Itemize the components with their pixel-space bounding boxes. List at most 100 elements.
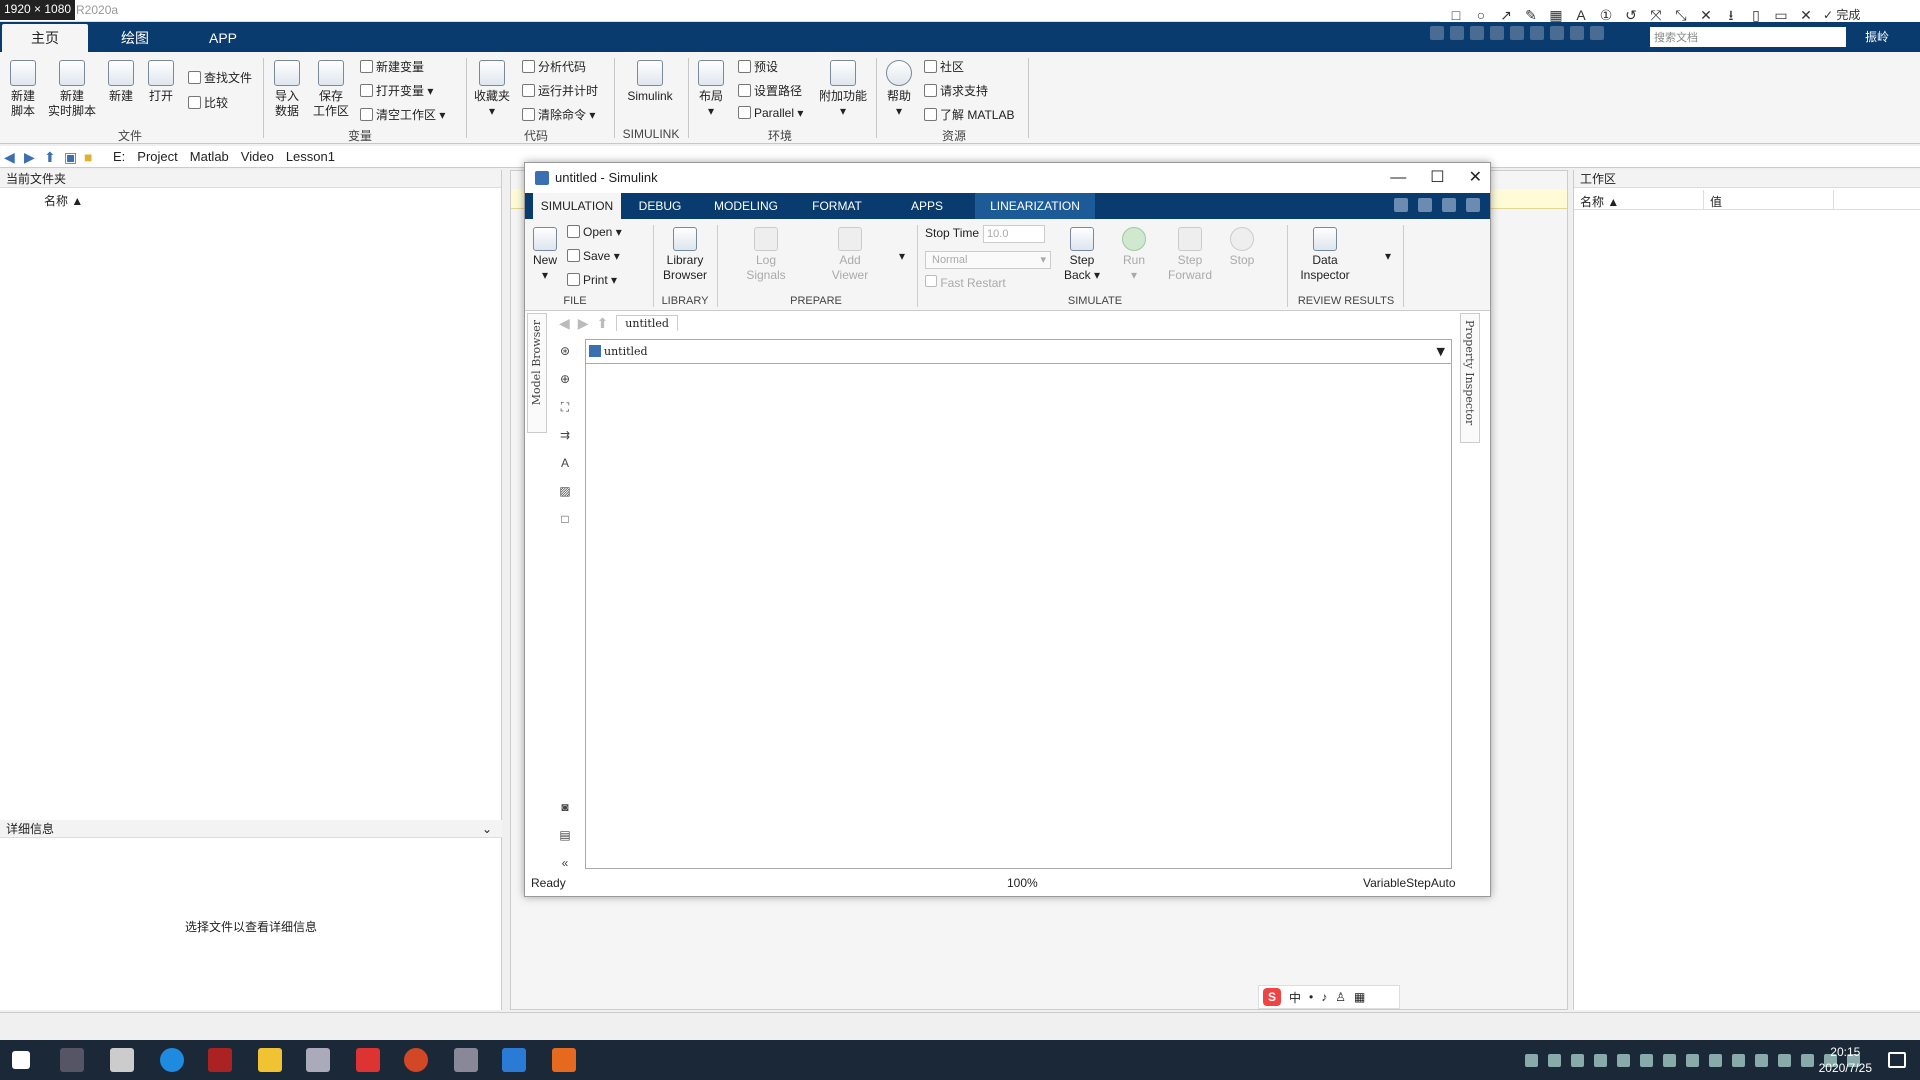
sogou-icon[interactable]: S <box>1263 988 1281 1006</box>
fit-to-view-icon[interactable]: ⛶ <box>557 399 573 415</box>
tray-icon[interactable] <box>1732 1053 1745 1067</box>
arrow-icon[interactable]: ↗ <box>1498 7 1514 23</box>
help-icon[interactable] <box>1570 26 1584 40</box>
column-name-header[interactable]: 名称 ▲ <box>44 192 83 209</box>
area-icon[interactable]: □ <box>557 511 573 527</box>
matlab-icon[interactable] <box>552 1048 576 1072</box>
volume-icon[interactable] <box>1801 1053 1814 1067</box>
tray-icon[interactable] <box>1594 1053 1607 1067</box>
tray-icon[interactable] <box>1686 1053 1699 1067</box>
column-name-header[interactable]: 名称 ▲ <box>1574 190 1704 209</box>
parallel-button[interactable]: Parallel ▾ <box>738 106 803 120</box>
redo-icon[interactable] <box>1442 198 1456 212</box>
crumb-drive[interactable]: E: <box>110 149 128 164</box>
redo-icon[interactable] <box>1530 26 1544 40</box>
file-explorer-icon[interactable] <box>258 1048 282 1072</box>
new-live-script-button[interactable]: 新建 实时脚本 <box>46 60 98 119</box>
crumb-matlab[interactable]: Matlab <box>187 149 232 164</box>
tray-icon[interactable] <box>1617 1053 1630 1067</box>
save-workspace-button[interactable]: 保存 工作区 <box>312 60 350 119</box>
notification-icon[interactable] <box>1888 1052 1906 1068</box>
tab-format[interactable]: FORMAT <box>795 193 879 219</box>
doc-search-input[interactable]: 搜索文档 <box>1650 27 1846 47</box>
community-button[interactable]: 社区 <box>924 58 964 75</box>
punctuation-icon[interactable]: • <box>1309 990 1313 1004</box>
minimize-icon[interactable]: — <box>1390 163 1406 193</box>
data-inspector-button[interactable]: Data Inspector <box>1293 227 1357 283</box>
copy-icon[interactable]: ▯ <box>1748 7 1764 23</box>
open-variable-button[interactable]: 打开变量 ▾ <box>360 82 433 99</box>
collapse-icon[interactable]: « <box>557 855 573 871</box>
chinese-mode-icon[interactable]: 中 <box>1289 989 1301 1006</box>
maximize-icon[interactable]: ☐ <box>1430 163 1444 193</box>
clear-commands-button[interactable]: 清除命令 ▾ <box>522 106 595 123</box>
paste-icon[interactable] <box>1490 26 1504 40</box>
pin2-icon[interactable]: ✕ <box>1698 7 1714 23</box>
stop-time-input[interactable] <box>983 225 1046 243</box>
bookmark-icon[interactable]: ▭ <box>1773 7 1789 23</box>
step-forward-button[interactable]: Step Forward <box>1165 227 1215 283</box>
mosaic-icon[interactable]: ▦ <box>1548 7 1564 23</box>
print-button[interactable]: Print ▾ <box>567 273 617 287</box>
help-icon[interactable] <box>1466 198 1480 212</box>
microphone-icon[interactable]: ♪ <box>1321 990 1327 1004</box>
rect-icon[interactable]: □ <box>1448 7 1464 23</box>
community-icon[interactable] <box>1590 26 1604 40</box>
fast-restart-button[interactable]: Fast Restart <box>925 275 1006 290</box>
save-button[interactable]: Save ▾ <box>567 249 620 263</box>
undo-icon[interactable]: ↺ <box>1623 7 1639 23</box>
simulink-button[interactable]: Simulink <box>622 60 678 104</box>
stop-button[interactable]: Stop <box>1225 227 1259 268</box>
import-data-button[interactable]: 导入 数据 <box>270 60 304 119</box>
help-button[interactable]: 帮助 ▾ <box>882 60 916 119</box>
done-button[interactable]: ✓ 完成 <box>1823 7 1860 23</box>
run-button[interactable]: Run ▾ <box>1117 227 1151 283</box>
crumb-project[interactable]: Project <box>134 149 180 164</box>
run-and-time-button[interactable]: 运行并计时 <box>522 82 598 99</box>
start-icon[interactable] <box>12 1051 30 1069</box>
arrange-icon[interactable]: ⇉ <box>557 427 573 443</box>
set-path-button[interactable]: 设置路径 <box>738 82 802 99</box>
back-icon[interactable]: ◀ <box>559 315 570 332</box>
open-button[interactable]: Open ▾ <box>567 225 622 239</box>
open-button[interactable]: 打开 <box>144 60 178 104</box>
simulation-mode-select[interactable]: Normal ▾ <box>925 251 1051 269</box>
tray-icon[interactable] <box>1755 1053 1768 1067</box>
tray-icon[interactable] <box>1548 1053 1561 1067</box>
grid-icon[interactable]: ▦ <box>1354 990 1365 1004</box>
youdao-icon[interactable] <box>356 1048 380 1072</box>
up-level-icon[interactable]: ⬆ <box>597 315 609 332</box>
find-files-button[interactable]: 查找文件 <box>188 69 252 86</box>
hide-explorer-icon[interactable]: ⊛ <box>557 343 573 359</box>
tab-apps[interactable]: APP <box>180 24 266 52</box>
layout-button[interactable]: 布局 ▾ <box>694 60 728 119</box>
forward-icon[interactable]: ▶ <box>24 149 40 165</box>
user-menu[interactable]: 振岭 <box>1865 28 1889 45</box>
model-browser-tab[interactable]: Model Browser <box>527 313 547 433</box>
clear-workspace-button[interactable]: 清空工作区 ▾ <box>360 106 445 123</box>
model-tab[interactable]: untitled <box>616 315 678 331</box>
chevron-down-icon[interactable]: ⌄ <box>482 820 492 838</box>
details-header[interactable]: 详细信息 ⌄ <box>0 820 502 838</box>
close-icon[interactable]: ✕ <box>1469 163 1482 193</box>
pen-icon[interactable]: ✎ <box>1523 7 1539 23</box>
tab-plots[interactable]: 绘图 <box>92 24 178 52</box>
crumb-lesson[interactable]: Lesson1 <box>283 149 338 164</box>
browse-icon[interactable]: ▣ <box>64 149 80 165</box>
save-icon[interactable] <box>1394 198 1408 212</box>
library-browser-button[interactable]: Library Browser <box>657 227 713 283</box>
property-inspector-tab[interactable]: Property Inspector <box>1460 313 1480 443</box>
zoom-icon[interactable]: ⊕ <box>557 371 573 387</box>
new-script-button[interactable]: 新建 脚本 <box>6 60 40 119</box>
user-icon[interactable]: ♙ <box>1335 990 1346 1004</box>
download-icon[interactable]: ⭳ <box>1723 7 1739 23</box>
report-icon[interactable]: ▤ <box>557 827 573 843</box>
new-model-button[interactable]: New ▾ <box>529 227 561 283</box>
up-folder-icon[interactable]: ⬆ <box>44 149 60 165</box>
save-icon[interactable] <box>1430 26 1444 40</box>
task-view-icon[interactable] <box>60 1048 84 1072</box>
learn-matlab-button[interactable]: 了解 MATLAB <box>924 106 1014 123</box>
vscode-icon[interactable] <box>502 1048 526 1072</box>
cut-icon[interactable] <box>1450 26 1464 40</box>
tab-simulation[interactable]: SIMULATION <box>533 193 621 219</box>
